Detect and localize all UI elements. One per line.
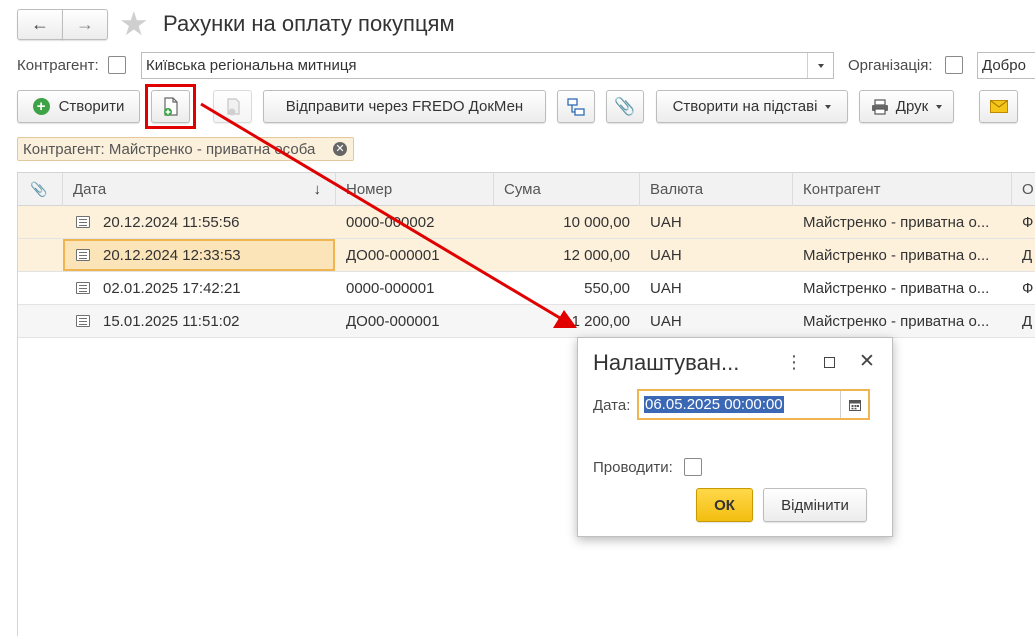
annotation-arrow (200, 102, 577, 328)
